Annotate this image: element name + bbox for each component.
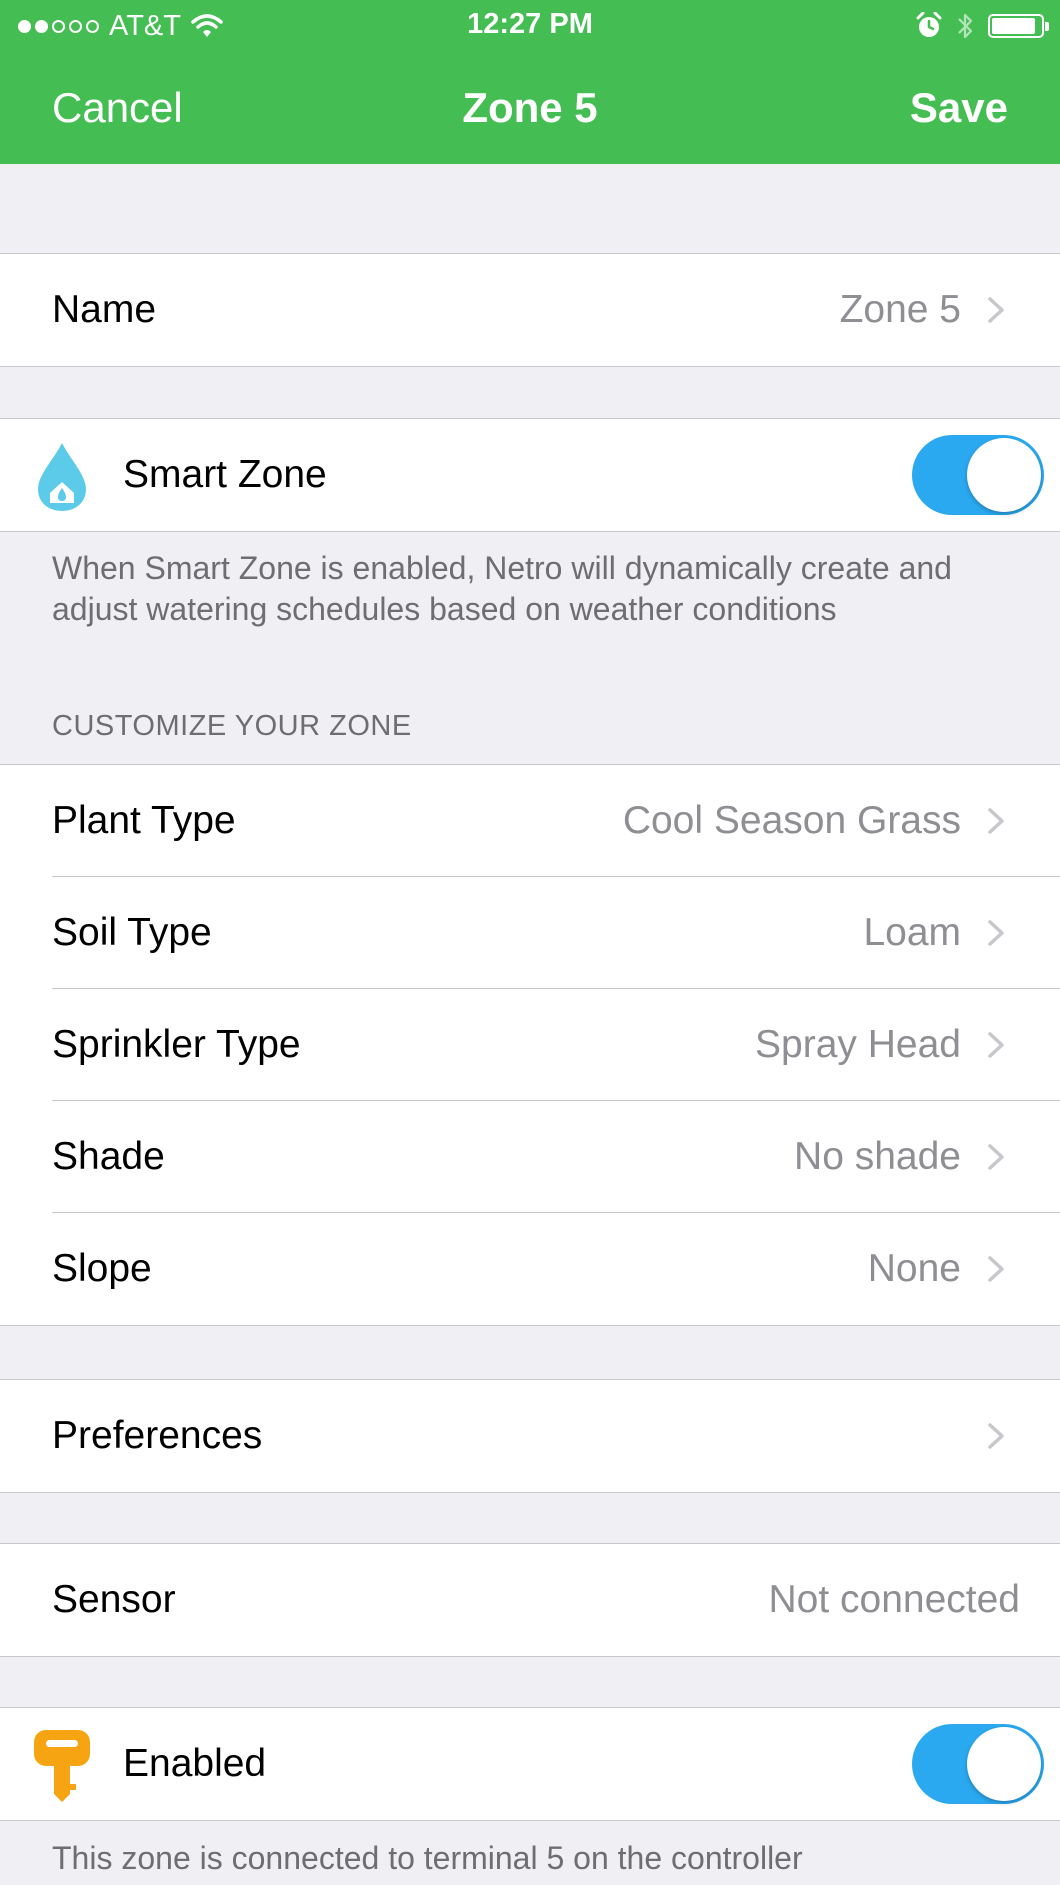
smart-zone-toggle[interactable] (912, 435, 1044, 515)
chevron-right-icon (988, 1032, 1004, 1058)
key-icon (34, 1730, 90, 1802)
save-button[interactable]: Save (910, 84, 1008, 132)
enabled-group: Enabled (0, 1707, 1060, 1821)
row-label: Smart Zone (123, 453, 327, 496)
row-label: Enabled (123, 1742, 267, 1785)
row-value: Spray Head (755, 1023, 961, 1066)
sensor-row: Sensor Not connected (0, 1544, 1060, 1656)
alarm-icon (916, 12, 942, 37)
toggle-knob (967, 1727, 1041, 1801)
row-label: Sensor (52, 1578, 176, 1621)
row-label: Preferences (52, 1414, 263, 1457)
terminal-note: This zone is connected to terminal 5 on … (52, 1840, 803, 1876)
row-value: Not connected (768, 1578, 1020, 1621)
cancel-button[interactable]: Cancel (52, 84, 183, 132)
sprinkler-type-row[interactable]: Sprinkler Type Spray Head (0, 989, 1060, 1101)
row-value: None (867, 1247, 961, 1290)
soil-type-row[interactable]: Soil Type Loam (0, 877, 1060, 989)
status-time: 12:27 PM (467, 8, 593, 40)
row-value: Zone 5 (839, 288, 961, 331)
customize-group: Plant Type Cool Season Grass Soil Type L… (0, 764, 1060, 1326)
chevron-right-icon (988, 920, 1004, 946)
chevron-right-icon (988, 1256, 1004, 1282)
sensor-group: Sensor Not connected (0, 1543, 1060, 1657)
bluetooth-icon (958, 13, 973, 39)
row-value: Loam (863, 911, 961, 954)
name-row[interactable]: Name Zone 5 (0, 254, 1060, 366)
battery-icon (988, 14, 1049, 38)
row-value: No shade (794, 1135, 961, 1178)
preferences-row[interactable]: Preferences (0, 1380, 1060, 1492)
toggle-knob (967, 438, 1041, 512)
chevron-right-icon (988, 297, 1004, 323)
navigation-bar: AT&T 12:27 PM Cancel Zone 5 Save (0, 0, 1060, 164)
section-header: CUSTOMIZE YOUR ZONE (52, 710, 412, 742)
chevron-right-icon (988, 808, 1004, 834)
row-label: Slope (52, 1247, 152, 1290)
row-value: Cool Season Grass (622, 799, 961, 842)
plant-type-row[interactable]: Plant Type Cool Season Grass (0, 765, 1060, 877)
water-drop-icon (38, 443, 86, 511)
smart-zone-group: Smart Zone (0, 418, 1060, 532)
slope-row[interactable]: Slope None (0, 1213, 1060, 1325)
chevron-right-icon (988, 1144, 1004, 1170)
name-group: Name Zone 5 (0, 253, 1060, 367)
smart-zone-description: When Smart Zone is enabled, Netro will d… (52, 550, 952, 627)
row-label: Plant Type (52, 799, 236, 842)
shade-row[interactable]: Shade No shade (0, 1101, 1060, 1213)
chevron-right-icon (988, 1423, 1004, 1449)
status-bar-right (916, 10, 1049, 42)
enabled-row: Enabled (0, 1708, 1060, 1820)
enabled-toggle[interactable] (912, 1724, 1044, 1804)
preferences-group: Preferences (0, 1379, 1060, 1493)
smart-zone-row: Smart Zone (0, 419, 1060, 531)
row-label: Name (52, 288, 157, 331)
row-label: Sprinkler Type (52, 1023, 301, 1066)
row-label: Shade (52, 1135, 165, 1178)
row-label: Soil Type (52, 911, 212, 954)
